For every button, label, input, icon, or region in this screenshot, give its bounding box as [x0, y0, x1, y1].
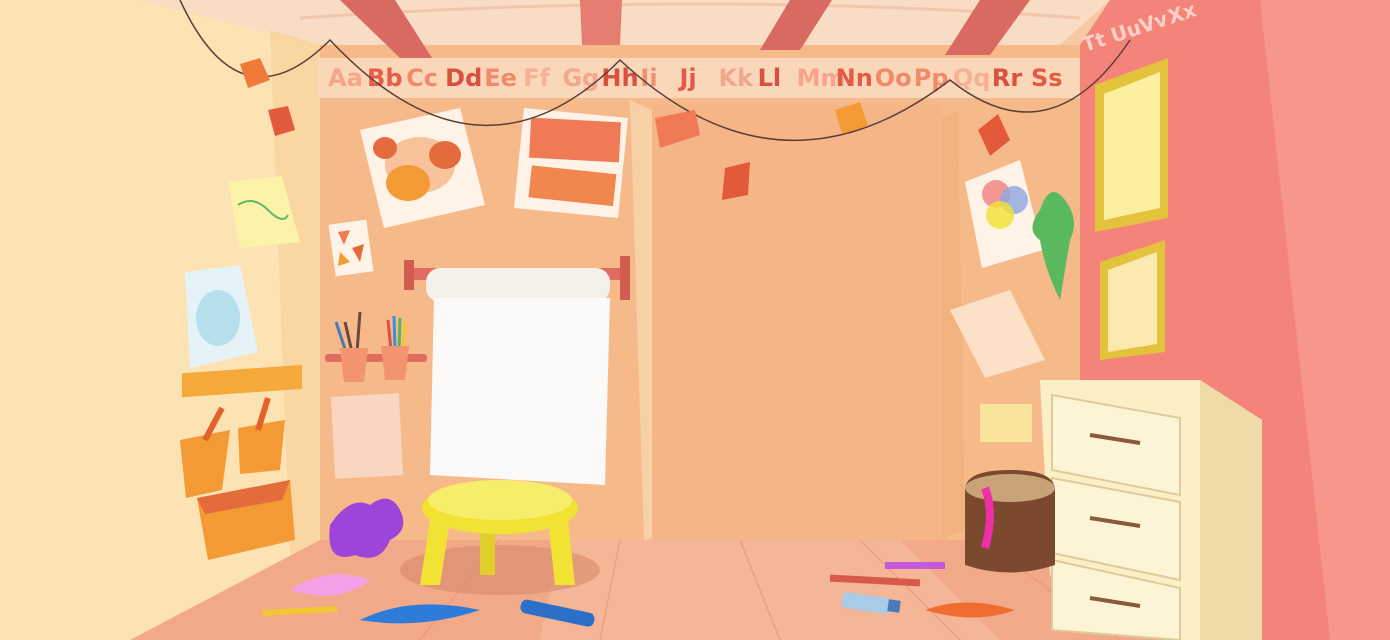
art-room-scene: Aa Bb Cc Dd Ee Ff Gg Hh Ii Jj Kk Ll MmNn Oo Pp Qq Rr Ss T…: [0, 0, 1390, 640]
alphabet-letter: Oo: [875, 64, 912, 92]
alphabet-letter: Dd: [445, 64, 482, 92]
alphabet-letter: Kk: [719, 64, 755, 92]
color-block-painting: [514, 108, 628, 218]
wall-frame-large: [1095, 58, 1168, 232]
alphabet-letter: Ll: [758, 64, 782, 92]
purple-crayon: [885, 562, 945, 569]
alphabet-letter: Ss: [1031, 64, 1063, 92]
paper-roll: [426, 268, 610, 302]
alphabet-letter: Nn: [836, 64, 873, 92]
dresser: [1040, 380, 1262, 640]
triangle-mosaic: [328, 219, 374, 277]
alphabet-letter: Qq: [953, 64, 991, 92]
alphabet-letter: Rr: [992, 64, 1022, 92]
cup-rail: [325, 354, 427, 362]
paper-sheet: [430, 298, 610, 485]
sticky-note: [980, 404, 1032, 442]
alphabet-letter: Hh: [601, 64, 638, 92]
alphabet-letter: Ff: [523, 64, 550, 92]
alphabet-letter: Cc: [406, 64, 438, 92]
alphabet-letter: Pp: [914, 64, 949, 92]
handprint-paper: [330, 393, 404, 479]
alphabet-letter: Aa: [328, 64, 363, 92]
alphabet-letter: Jj: [677, 64, 696, 92]
tree-stump: [965, 470, 1055, 573]
paper-roll-bracket: [404, 260, 414, 290]
ceiling-beam: [580, 0, 622, 45]
alphabet-letter: Ii: [640, 64, 657, 92]
back-alcove: [652, 105, 942, 540]
paper-roll-bracket: [620, 256, 630, 300]
alphabet-letter: Gg: [562, 64, 599, 92]
alphabet-letter: Ee: [484, 64, 517, 92]
